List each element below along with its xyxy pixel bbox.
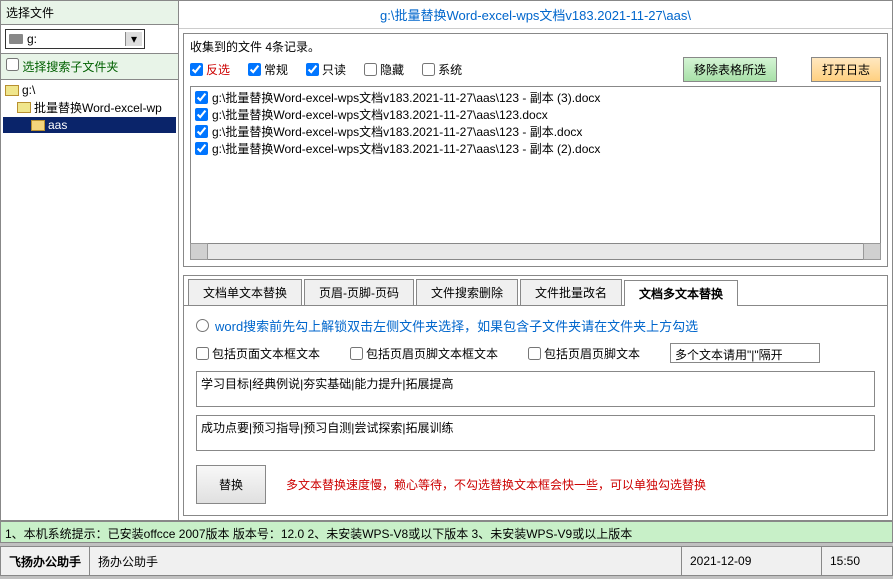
filter-normal[interactable]: 常规 bbox=[248, 61, 288, 78]
tree-item[interactable]: g:\ bbox=[3, 82, 176, 98]
file-item[interactable]: g:\批量替换Word-excel-wps文档v183.2021-11-27\a… bbox=[193, 89, 878, 106]
tree-item[interactable]: aas bbox=[3, 117, 176, 133]
include-hf-textbox[interactable]: 包括页眉页脚文本框文本 bbox=[350, 345, 498, 362]
app-title: 飞扬办公助手 bbox=[1, 547, 90, 575]
app-subtitle: 扬办公助手 bbox=[90, 547, 682, 575]
folder-tree[interactable]: g:\ 批量替换Word-excel-wp aas bbox=[1, 80, 178, 520]
unlock-radio-row[interactable]: word搜索前先勾上解锁双击左侧文件夹选择，如果包含子文件夹请在文件夹上方勾选 bbox=[196, 316, 875, 335]
drive-select[interactable]: g: bbox=[5, 29, 145, 49]
status-bar: 1、本机系统提示：已安装offcce 2007版本 版本号：12.0 2、未安装… bbox=[0, 521, 893, 543]
file-item[interactable]: g:\批量替换Word-excel-wps文档v183.2021-11-27\a… bbox=[193, 140, 878, 157]
unlock-radio[interactable] bbox=[196, 319, 209, 332]
collect-title: 收集到的文件 4条记录。 bbox=[190, 38, 881, 55]
subfolder-checkbox[interactable] bbox=[6, 58, 19, 71]
tab-header-footer[interactable]: 页眉-页脚-页码 bbox=[304, 279, 414, 305]
path-bar: g:\批量替换Word-excel-wps文档v183.2021-11-27\a… bbox=[179, 1, 892, 29]
horizontal-scrollbar[interactable] bbox=[190, 244, 881, 260]
subfolder-checkbox-label[interactable]: 选择搜索子文件夹 bbox=[6, 60, 118, 74]
warning-text: 多文本替换速度慢，赖心等待，不勾选替换文本框会快一些，可以单独勾选替换 bbox=[286, 476, 706, 493]
tree-item[interactable]: 批量替换Word-excel-wp bbox=[3, 98, 176, 117]
replace-text-input[interactable] bbox=[196, 415, 875, 451]
status-date: 2021-12-09 bbox=[682, 547, 822, 575]
file-item[interactable]: g:\批量替换Word-excel-wps文档v183.2021-11-27\a… bbox=[193, 123, 878, 140]
tab-row: 文档单文本替换 页眉-页脚-页码 文件搜索删除 文件批量改名 文档多文本替换 bbox=[184, 276, 887, 306]
filter-hidden[interactable]: 隐藏 bbox=[364, 61, 404, 78]
drive-icon bbox=[9, 34, 23, 44]
replace-button[interactable]: 替换 bbox=[196, 465, 266, 504]
find-text-input[interactable] bbox=[196, 371, 875, 407]
tab-multi-replace[interactable]: 文档多文本替换 bbox=[624, 280, 738, 306]
filter-system[interactable]: 系统 bbox=[422, 61, 462, 78]
tab-single-replace[interactable]: 文档单文本替换 bbox=[188, 279, 302, 305]
open-log-button[interactable]: 打开日志 bbox=[811, 57, 881, 82]
include-hf-text[interactable]: 包括页眉页脚文本 bbox=[528, 345, 640, 362]
tab-search-delete[interactable]: 文件搜索删除 bbox=[416, 279, 518, 305]
bottom-bar: 飞扬办公助手 扬办公助手 2021-12-09 15:50 bbox=[0, 546, 893, 576]
file-item[interactable]: g:\批量替换Word-excel-wps文档v183.2021-11-27\a… bbox=[193, 106, 878, 123]
status-time: 15:50 bbox=[822, 547, 892, 575]
folder-open-icon bbox=[5, 85, 19, 96]
folder-open-icon bbox=[17, 102, 31, 113]
file-list[interactable]: g:\批量替换Word-excel-wps文档v183.2021-11-27\a… bbox=[190, 86, 881, 244]
remove-selected-button[interactable]: 移除表格所选 bbox=[683, 57, 777, 82]
folder-icon bbox=[31, 120, 45, 131]
tab-batch-rename[interactable]: 文件批量改名 bbox=[520, 279, 622, 305]
separator-hint: 多个文本请用"|"隔开 bbox=[670, 343, 820, 363]
include-page-textbox[interactable]: 包括页面文本框文本 bbox=[196, 345, 320, 362]
drive-label: g: bbox=[27, 32, 37, 46]
filter-invert[interactable]: 反选 bbox=[190, 61, 230, 78]
filter-readonly[interactable]: 只读 bbox=[306, 61, 346, 78]
left-header: 选择文件 bbox=[1, 1, 178, 25]
